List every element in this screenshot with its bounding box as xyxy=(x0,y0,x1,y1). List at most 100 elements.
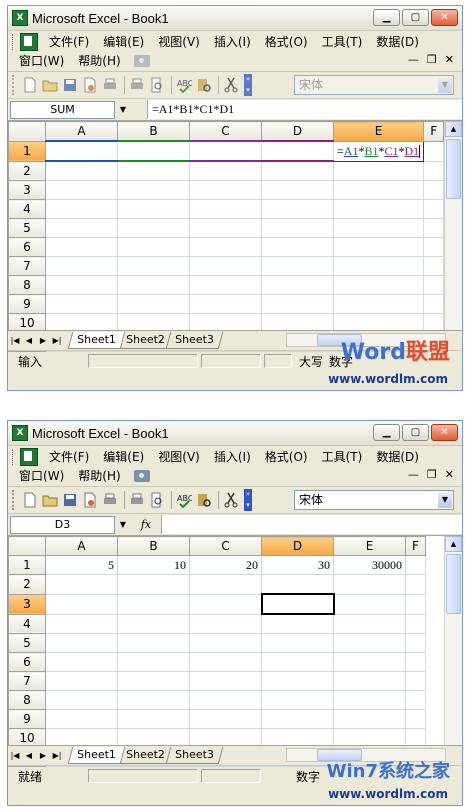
new-button[interactable] xyxy=(21,76,39,94)
open-button[interactable] xyxy=(41,76,59,94)
column-header[interactable]: E xyxy=(333,536,406,556)
cell[interactable]: 5 xyxy=(45,555,118,575)
cell[interactable] xyxy=(332,275,425,295)
cell[interactable] xyxy=(189,256,262,276)
print-button-2[interactable] xyxy=(128,76,146,94)
maximize-button[interactable]: ▢ xyxy=(402,9,429,26)
menu-file[interactable]: 文件(F) xyxy=(42,448,96,466)
cell[interactable] xyxy=(423,275,445,295)
row-header[interactable]: 3 xyxy=(8,180,46,200)
row-header[interactable]: 5 xyxy=(8,633,46,653)
cell[interactable] xyxy=(261,140,334,162)
cell[interactable] xyxy=(261,613,334,634)
cell[interactable] xyxy=(405,690,426,710)
menu-view[interactable]: 视图(V) xyxy=(151,448,207,466)
spelling-button[interactable]: ABC xyxy=(175,76,193,94)
row-header[interactable]: 7 xyxy=(8,671,46,691)
menu-data[interactable]: 数据(D) xyxy=(369,448,426,466)
cell[interactable] xyxy=(117,671,190,691)
cut-button[interactable] xyxy=(222,491,240,509)
cell[interactable] xyxy=(189,275,262,295)
cell[interactable] xyxy=(45,613,118,634)
doc-restore-icon[interactable]: ❐ xyxy=(427,468,437,481)
cell[interactable] xyxy=(45,593,118,615)
cell[interactable]: 30 xyxy=(261,555,334,575)
cell[interactable] xyxy=(332,199,425,219)
cell[interactable] xyxy=(333,633,406,653)
chevron-down-icon[interactable]: ▼ xyxy=(438,77,452,93)
cell[interactable] xyxy=(45,574,118,595)
toolbar-grip[interactable] xyxy=(12,490,18,510)
doc-close-icon[interactable]: ✕ xyxy=(445,468,454,481)
cell[interactable] xyxy=(423,237,445,257)
cell[interactable] xyxy=(189,160,262,181)
excel-app-icon[interactable]: X xyxy=(12,425,28,441)
cell[interactable] xyxy=(261,218,334,238)
cell[interactable] xyxy=(189,140,262,162)
cell[interactable] xyxy=(423,180,445,200)
cell[interactable] xyxy=(332,237,425,257)
menu-format[interactable]: 格式(O) xyxy=(258,448,315,466)
vertical-scrollbar[interactable]: ▲ xyxy=(444,536,462,745)
cell[interactable] xyxy=(45,160,118,181)
scroll-thumb[interactable] xyxy=(446,554,461,614)
menu-tools[interactable]: 工具(T) xyxy=(315,448,370,466)
row-header[interactable]: 5 xyxy=(8,218,46,238)
menu-window[interactable]: 窗口(W) xyxy=(12,467,71,485)
column-header[interactable]: C xyxy=(189,121,262,142)
cell[interactable] xyxy=(423,294,445,314)
cell[interactable] xyxy=(45,652,118,672)
cell[interactable] xyxy=(261,160,334,181)
row-header[interactable]: 8 xyxy=(8,275,46,295)
cell[interactable] xyxy=(261,709,334,729)
row-header[interactable]: 2 xyxy=(8,160,46,181)
row-header[interactable]: 6 xyxy=(8,652,46,672)
scroll-thumb[interactable] xyxy=(446,139,461,199)
cell[interactable] xyxy=(117,613,190,634)
cell[interactable] xyxy=(117,160,190,181)
scroll-up-icon[interactable]: ▲ xyxy=(445,536,462,552)
next-sheet-icon[interactable]: ▶ xyxy=(36,751,50,760)
name-box[interactable]: D3 xyxy=(10,515,115,534)
cell[interactable] xyxy=(117,633,190,653)
research-button[interactable] xyxy=(195,491,213,509)
menu-grip[interactable] xyxy=(12,449,16,465)
workbook-icon[interactable] xyxy=(20,448,38,466)
cell[interactable] xyxy=(117,218,190,238)
column-header[interactable]: B xyxy=(117,121,190,142)
cell[interactable] xyxy=(117,140,190,162)
row-header[interactable]: 9 xyxy=(8,294,46,314)
camera-icon[interactable] xyxy=(133,55,150,67)
cell[interactable] xyxy=(423,140,445,162)
cell[interactable] xyxy=(261,256,334,276)
cell[interactable] xyxy=(117,199,190,219)
cell[interactable] xyxy=(117,275,190,295)
sheet-tab-sheet3[interactable]: Sheet3 xyxy=(165,332,223,349)
first-sheet-icon[interactable]: |◀ xyxy=(8,336,22,345)
cell[interactable] xyxy=(189,237,262,257)
cell[interactable] xyxy=(189,199,262,219)
print-button-2[interactable] xyxy=(128,491,146,509)
cell[interactable] xyxy=(45,294,118,314)
print-preview-button[interactable] xyxy=(148,491,166,509)
row-header[interactable]: 2 xyxy=(8,574,46,595)
menu-tools[interactable]: 工具(T) xyxy=(315,33,370,51)
column-header[interactable]: A xyxy=(45,121,118,142)
cell[interactable] xyxy=(189,709,262,729)
prev-sheet-icon[interactable]: ◀ xyxy=(22,336,36,345)
name-box-dropdown-icon[interactable]: ▼ xyxy=(115,101,131,119)
cell[interactable] xyxy=(333,593,406,615)
menu-view[interactable]: 视图(V) xyxy=(151,33,207,51)
menu-window[interactable]: 窗口(W) xyxy=(12,52,71,70)
excel-app-icon[interactable]: X xyxy=(12,10,28,26)
cell[interactable] xyxy=(189,652,262,672)
row-header[interactable]: 1 xyxy=(8,140,46,162)
select-all-corner[interactable] xyxy=(8,121,46,142)
new-button[interactable] xyxy=(21,491,39,509)
column-header[interactable]: E xyxy=(332,121,425,142)
menu-help[interactable]: 帮助(H) xyxy=(71,467,127,485)
cell[interactable] xyxy=(332,218,425,238)
cell[interactable] xyxy=(189,574,262,595)
print-button[interactable] xyxy=(101,76,119,94)
cell[interactable] xyxy=(405,671,426,691)
